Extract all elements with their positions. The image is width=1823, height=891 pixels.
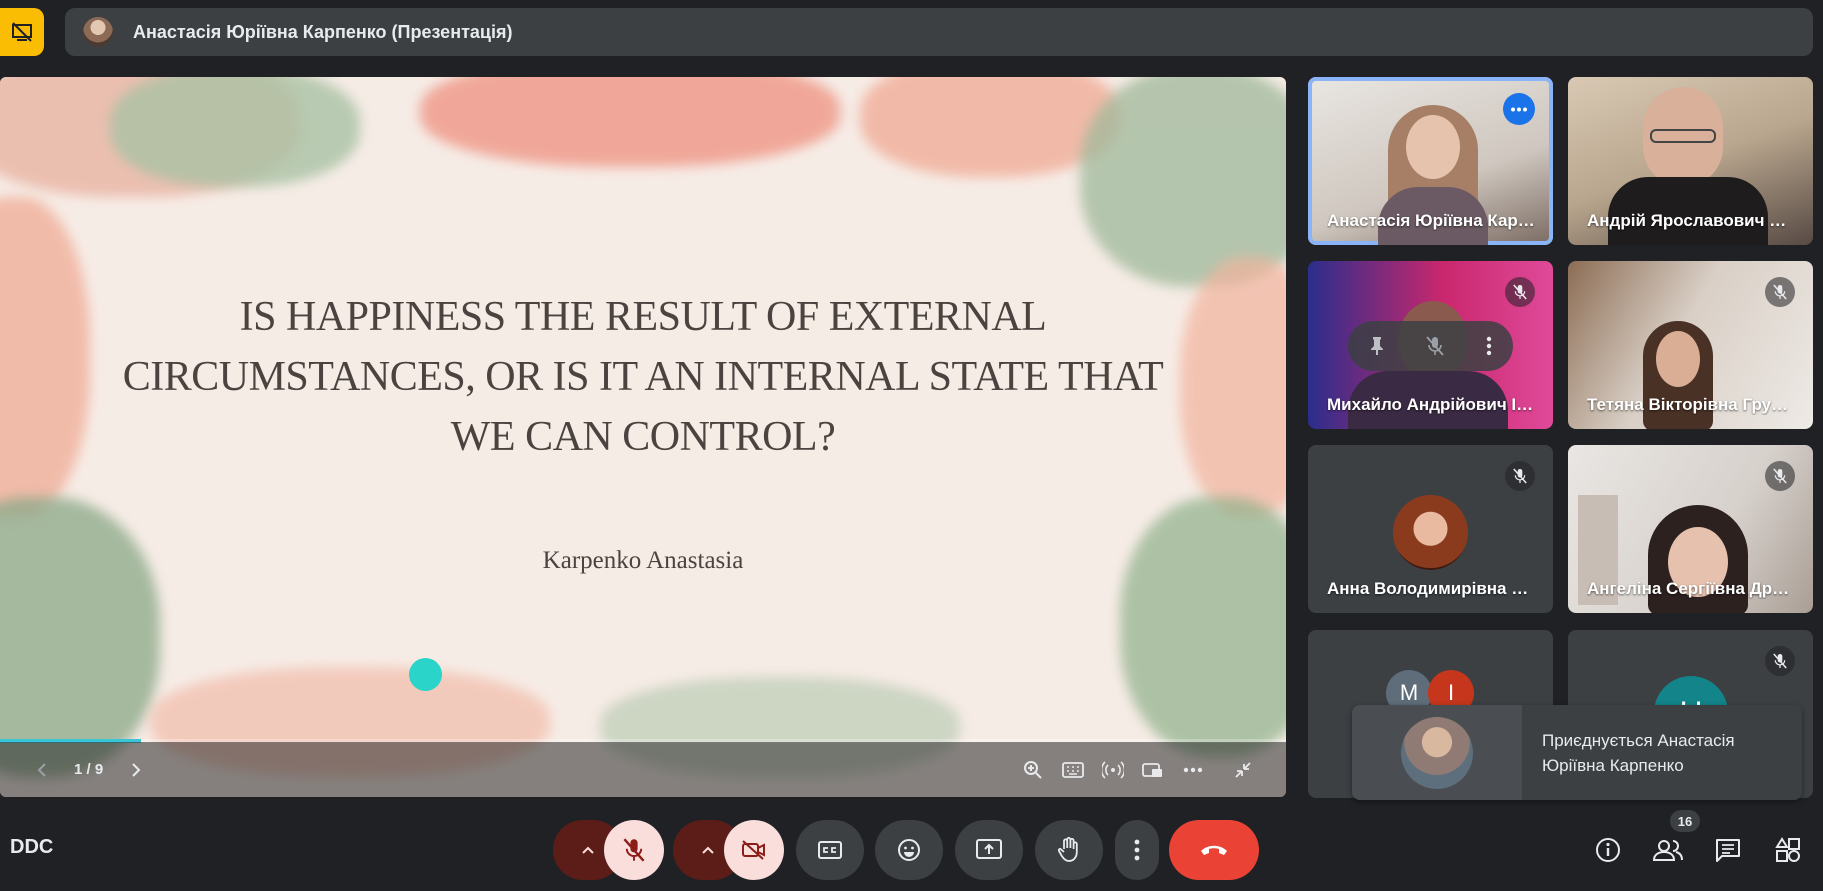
muted-badge bbox=[1505, 461, 1535, 491]
present-screen-button[interactable] bbox=[955, 820, 1023, 880]
zoom-in-icon bbox=[1024, 760, 1042, 779]
muted-badge bbox=[1765, 277, 1795, 307]
collapse-icon bbox=[1235, 761, 1251, 778]
join-avatar bbox=[1401, 716, 1473, 789]
keyboard-button[interactable] bbox=[1058, 742, 1088, 797]
info-icon bbox=[1596, 838, 1620, 862]
participant-tile[interactable]: Ангеліна Сергіївна Дрозд bbox=[1568, 445, 1813, 613]
participant-name: Анастасія Юріївна Карпенко bbox=[1327, 211, 1537, 230]
raise-hand-button[interactable] bbox=[1035, 820, 1103, 880]
video-off-icon bbox=[742, 840, 765, 860]
broadcast-icon bbox=[1102, 760, 1124, 779]
broadcast-button[interactable] bbox=[1098, 742, 1128, 797]
mic-off-icon bbox=[1773, 284, 1787, 300]
zoom-button[interactable] bbox=[1018, 742, 1048, 797]
chevron-left-icon bbox=[37, 762, 46, 777]
meeting-code[interactable]: DDC bbox=[10, 836, 53, 859]
mic-off-icon[interactable] bbox=[1426, 336, 1445, 356]
more-slide-options-button[interactable] bbox=[1178, 742, 1208, 797]
pointer-dot bbox=[409, 658, 442, 691]
keyboard-icon bbox=[1062, 761, 1084, 778]
participant-avatar bbox=[1393, 495, 1468, 570]
presenter-avatar bbox=[83, 17, 113, 47]
participant-tile[interactable]: Михайло Андрійович Іваненко bbox=[1308, 261, 1553, 429]
present-to-all-icon bbox=[976, 839, 1002, 859]
people-icon bbox=[1653, 840, 1683, 861]
muted-badge bbox=[1765, 646, 1795, 676]
closed-captions-icon bbox=[818, 841, 842, 859]
chevron-up-icon bbox=[702, 846, 714, 854]
presentation-slide[interactable]: IS HAPPINESS THE RESULT OF EXTERNAL CIRC… bbox=[0, 77, 1286, 797]
presenter-bar: Анастасія Юріївна Карпенко (Презентація) bbox=[65, 8, 1813, 56]
captions-button[interactable] bbox=[796, 820, 864, 880]
slide-question: IS HAPPINESS THE RESULT OF EXTERNAL CIRC… bbox=[122, 294, 1164, 460]
join-notification: Приєднується Анастасія Юріївна Карпенко bbox=[1352, 705, 1802, 800]
chat-button[interactable] bbox=[1708, 830, 1748, 870]
chevron-right-icon bbox=[132, 762, 141, 777]
tile-options-button[interactable] bbox=[1503, 93, 1535, 125]
muted-badge bbox=[1505, 277, 1535, 307]
presenter-title: Анастасія Юріївна Карпенко (Презентація) bbox=[133, 21, 513, 42]
page-indicator: 1 / 9 bbox=[74, 761, 104, 778]
participant-count-badge: 16 bbox=[1670, 810, 1700, 832]
picture-in-picture-button[interactable] bbox=[1138, 742, 1168, 797]
slide-author: Karpenko Anastasia bbox=[542, 547, 744, 574]
mic-off-icon bbox=[1513, 284, 1527, 300]
meeting-details-button[interactable] bbox=[1588, 830, 1628, 870]
chat-icon bbox=[1716, 839, 1740, 862]
more-vertical-icon[interactable] bbox=[1486, 336, 1492, 356]
tile-hover-controls bbox=[1348, 321, 1513, 371]
presenting-badge[interactable] bbox=[0, 8, 44, 56]
hand-icon bbox=[1058, 837, 1078, 862]
people-button[interactable] bbox=[1648, 830, 1688, 870]
chevron-up-icon bbox=[582, 846, 594, 854]
picture-in-picture-icon bbox=[1142, 762, 1162, 777]
leave-call-button[interactable] bbox=[1169, 820, 1259, 880]
join-notification-text: Приєднується Анастасія Юріївна Карпенко bbox=[1542, 730, 1735, 775]
participant-name: Ангеліна Сергіївна Дрозд bbox=[1587, 579, 1797, 598]
participant-name: Михайло Андрійович Іваненко bbox=[1327, 395, 1537, 414]
next-slide-button[interactable] bbox=[124, 742, 148, 797]
participant-name: Андрій Ярославович Пономаренко bbox=[1587, 211, 1797, 230]
emoji-icon bbox=[898, 839, 920, 861]
activities-button[interactable] bbox=[1768, 830, 1808, 870]
participant-name: Анна Володимирівна Шевченко bbox=[1327, 579, 1537, 598]
more-vertical-icon bbox=[1134, 839, 1140, 861]
mic-off-icon bbox=[1773, 653, 1787, 669]
mic-off-icon bbox=[1773, 468, 1787, 484]
participant-tile[interactable]: Андрій Ярославович Пономаренко bbox=[1568, 77, 1813, 245]
slide-controls: 1 / 9 bbox=[0, 742, 1286, 797]
shapes-icon bbox=[1775, 837, 1800, 862]
participant-tile[interactable]: Тетяна Вікторівна Грушко bbox=[1568, 261, 1813, 429]
presentation-off-icon bbox=[12, 22, 32, 42]
muted-badge bbox=[1765, 461, 1795, 491]
pin-icon[interactable] bbox=[1369, 336, 1385, 356]
more-horizontal-icon bbox=[1183, 767, 1203, 772]
more-options-button[interactable] bbox=[1115, 820, 1159, 880]
participant-tile[interactable]: Анастасія Юріївна Карпенко bbox=[1308, 77, 1553, 245]
prev-slide-button[interactable] bbox=[30, 742, 54, 797]
mic-off-icon bbox=[1513, 468, 1527, 484]
mic-toggle-button[interactable] bbox=[604, 820, 664, 880]
call-end-icon bbox=[1201, 845, 1227, 855]
camera-toggle-button[interactable] bbox=[724, 820, 784, 880]
participant-tile[interactable]: Анна Володимирівна Шевченко bbox=[1308, 445, 1553, 613]
participant-name: Тетяна Вікторівна Грушко bbox=[1587, 395, 1797, 414]
reactions-button[interactable] bbox=[875, 820, 943, 880]
more-horizontal-icon bbox=[1511, 107, 1527, 111]
exit-fullscreen-button[interactable] bbox=[1228, 742, 1258, 797]
join-avatar-container bbox=[1352, 705, 1522, 800]
mic-off-icon bbox=[623, 838, 645, 862]
